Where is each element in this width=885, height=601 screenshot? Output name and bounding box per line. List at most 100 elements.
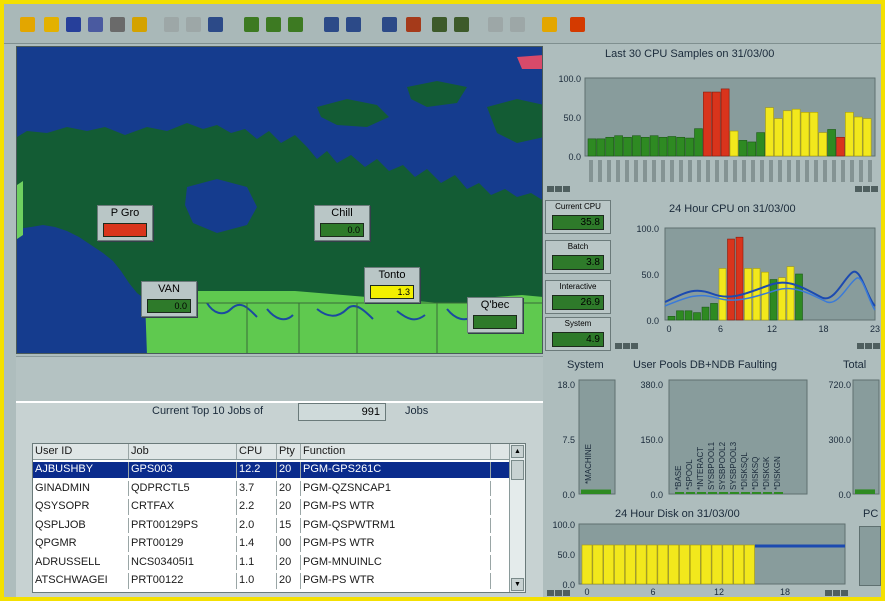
system-y-tick: 18.0 — [557, 380, 575, 390]
total-chart[interactable]: 720.0 300.0 0.0 — [823, 356, 881, 504]
disk-y-tick: 50.0 — [557, 550, 575, 560]
table-row[interactable]: QSYSOPR CRTFAX 2.2 20 PGM-PS WTR — [33, 499, 510, 515]
pool-bar — [741, 492, 750, 494]
cpu24-x-tick: 23 — [870, 324, 880, 334]
cpu30-x-label — [625, 160, 629, 182]
location-van[interactable]: VAN 0.0 — [141, 281, 197, 317]
folder-icon[interactable] — [44, 17, 59, 32]
cpu24-bar — [735, 236, 744, 321]
disk-x-tick: 0 — [584, 587, 589, 597]
info-icon[interactable] — [570, 17, 585, 32]
disk-x-tick: 12 — [714, 587, 724, 597]
pools-y-tick: 0.0 — [650, 490, 663, 500]
table-cell: 3.7 — [237, 480, 277, 496]
cpu30-bar — [836, 136, 845, 157]
location-chill[interactable]: Chill 0.0 — [314, 205, 370, 241]
grid-icon[interactable] — [266, 17, 281, 32]
cpu30-nav-button — [863, 186, 870, 192]
table-icon[interactable] — [244, 17, 259, 32]
table-row[interactable]: QSPLJOB PRT00129PS 2.0 15 PGM-QSPWTRM1 — [33, 517, 510, 533]
table-cell: 2.0 — [237, 517, 277, 533]
cpu-stats-panel: Current CPU 35.8 Batch 3.8 Interactive 2… — [545, 198, 611, 354]
jobs-scrollbar[interactable]: ▲ ▼ — [509, 444, 525, 592]
location-pgro[interactable]: P Gro — [97, 205, 153, 241]
scroll-thumb[interactable] — [511, 460, 524, 480]
pc-title: PC — [863, 508, 879, 520]
scroll-up-button[interactable]: ▲ — [511, 445, 524, 458]
document-icon[interactable] — [432, 17, 447, 32]
save-icon[interactable] — [66, 17, 81, 32]
cpu30-panel: Last 30 CPU Samples on 31/03/00 100.0 50.… — [545, 46, 881, 196]
cpu30-nav-button — [855, 186, 862, 192]
cpu30-x-label — [634, 160, 638, 182]
cpu30-x-label — [868, 160, 872, 182]
sheet-icon[interactable] — [288, 17, 303, 32]
disk-bar — [733, 544, 744, 585]
alarm-icon[interactable] — [406, 17, 421, 32]
pools-chart[interactable]: 380.0150.00.0*BASE *SPOOL *INTERACT SYSBPOO… — [629, 356, 821, 504]
table-cell: QPGMR — [33, 536, 129, 552]
table-row[interactable]: QPGMR PRT00129 1.4 00 PGM-PS WTR — [33, 536, 510, 552]
cpu30-x-label — [715, 160, 719, 182]
table-cell: ADRUSSELL — [33, 554, 129, 570]
cpu30-y-tick: 100.0 — [558, 74, 581, 84]
cascade-icon[interactable] — [510, 17, 525, 32]
cpu30-bar — [649, 135, 659, 157]
cpu30-bar — [747, 141, 757, 157]
cpu30-chart[interactable]: 100.0 50.0 0.0 — [545, 46, 881, 196]
table-row[interactable]: ADRUSSELL NCS03405I1 1.1 20 PGM-MNUINLC — [33, 554, 510, 570]
exit-door-icon[interactable] — [132, 17, 147, 32]
print-icon[interactable] — [110, 17, 125, 32]
stat-name: Interactive — [559, 282, 597, 291]
table-cell: NCS03405I1 — [129, 554, 237, 570]
pool-bar — [675, 492, 684, 494]
disk-bar — [679, 544, 690, 585]
paste-icon[interactable] — [208, 17, 223, 32]
bar-chart-2-icon[interactable] — [346, 17, 361, 32]
cut-icon[interactable] — [164, 17, 179, 32]
column-header: CPU — [237, 444, 277, 459]
cpu30-nav-button — [547, 186, 554, 192]
table-cell: 12.2 — [237, 462, 277, 478]
disk-bar — [722, 544, 734, 585]
cpu30-bar — [720, 88, 730, 157]
jobs-table[interactable]: User ID Job CPU Pty Function AJBUSHBY GPS003 12… — [32, 443, 526, 593]
cpu30-bar — [827, 129, 836, 157]
bar-chart-icon[interactable] — [324, 17, 339, 32]
table-cell: 20 — [277, 462, 301, 478]
cpu24-x-tick: 12 — [767, 324, 777, 334]
table-row[interactable]: AJBUSHBY GPS003 12.2 20 PGM-GPS261C — [33, 462, 510, 478]
save-as-icon[interactable] — [88, 17, 103, 32]
system-panel: System 18.0 7.5 0.0 *MACHINE — [545, 356, 627, 504]
help-icon[interactable] — [542, 17, 557, 32]
scroll-down-button[interactable]: ▼ — [511, 578, 524, 591]
application-window: P Gro Chill 0.0 VAN 0.0 Tonto 1.3 Q'bec … — [4, 4, 881, 597]
windows-icon[interactable] — [454, 17, 469, 32]
location-tonto[interactable]: Tonto 1.3 — [364, 267, 420, 303]
table-row[interactable]: ATSCHWAGEI PRT00122 1.0 20 PGM-PS WTR — [33, 573, 510, 589]
map-graphic — [17, 47, 542, 353]
cpu30-bar — [809, 112, 819, 157]
table-cell: 15 — [277, 517, 301, 533]
system-chart[interactable]: 18.0 7.5 0.0 *MACHINE — [545, 356, 627, 504]
table-cell: GPS003 — [129, 462, 237, 478]
disk-chart[interactable]: 100.0 50.0 0.0 0 6 12 18 — [545, 506, 851, 597]
total-y-tick: 300.0 — [828, 435, 851, 445]
location-qbec[interactable]: Q'bec — [467, 297, 523, 333]
stat-value: 4.9 — [552, 332, 604, 347]
jobs-count-field[interactable]: 991 — [298, 403, 386, 421]
cpu24-bar — [684, 310, 693, 321]
copy-icon[interactable] — [186, 17, 201, 32]
canada-map[interactable]: P Gro Chill 0.0 VAN 0.0 Tonto 1.3 Q'bec — [16, 46, 543, 354]
open-folder-icon[interactable] — [20, 17, 35, 32]
monitor-icon[interactable] — [382, 17, 397, 32]
system-y-tick: 0.0 — [562, 490, 575, 500]
table-cell: QSPLJOB — [33, 517, 129, 533]
location-name: Tonto — [378, 269, 406, 281]
cpu30-bar — [703, 91, 712, 157]
pools-y-tick: 150.0 — [640, 435, 663, 445]
tile-icon[interactable] — [488, 17, 503, 32]
table-row[interactable]: GINADMIN QDPRCTL5 3.7 20 PGM-QZSNCAP1 — [33, 480, 510, 496]
pools-y-tick: 380.0 — [640, 380, 663, 390]
cpu24-chart[interactable]: 100.0 50.0 0.0 0 6 12 18 23 — [613, 198, 881, 354]
